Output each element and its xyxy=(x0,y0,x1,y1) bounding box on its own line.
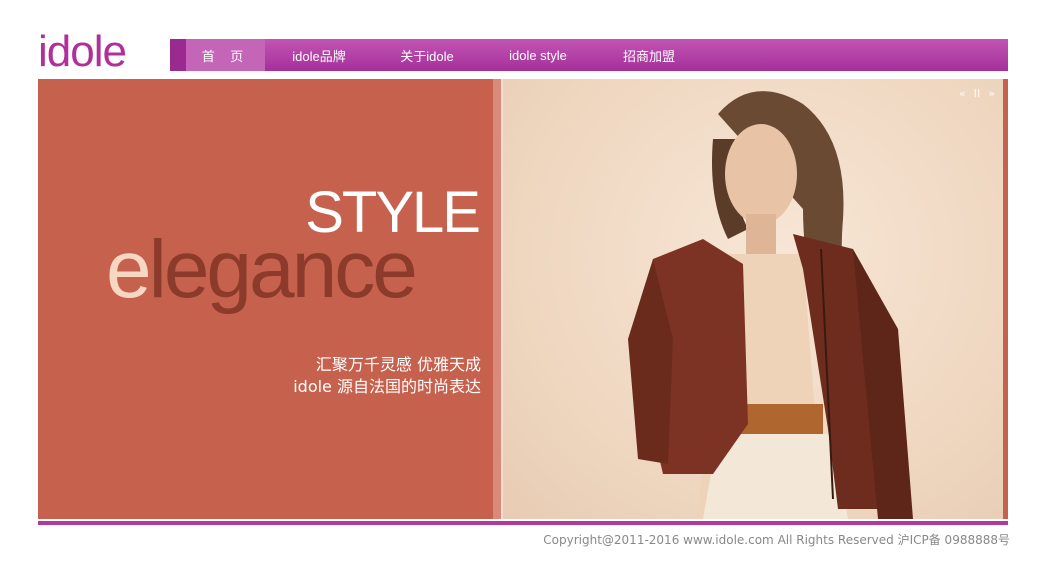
hero-divider xyxy=(493,79,501,519)
hero-tagline-1: 汇聚万千灵感 优雅天成 xyxy=(315,355,481,374)
model-illustration xyxy=(628,91,913,519)
hero-tagline-2: idole 源自法国的时尚表达 xyxy=(293,377,481,396)
nav-item-style[interactable]: idole style xyxy=(481,39,595,71)
footer-divider xyxy=(38,521,1008,525)
pause-slide-button[interactable]: II xyxy=(974,87,981,100)
logo-text: idole xyxy=(38,27,127,76)
hero-model-photo: « II » xyxy=(503,79,1003,519)
hero-text-panel: STYLE elegance 汇聚万千灵感 优雅天成 idole 源自法国的时尚… xyxy=(38,79,493,519)
nav-item-about[interactable]: 关于idole xyxy=(373,39,481,71)
hero-title-first-letter: e xyxy=(106,224,152,315)
hero-title-rest: legance xyxy=(148,224,418,315)
footer-copyright: Copyright@2011-2016 www.idole.com All Ri… xyxy=(543,533,1010,547)
next-slide-button[interactable]: » xyxy=(988,87,995,100)
nav-edge xyxy=(170,39,186,71)
nav-item-home[interactable]: 首 页 xyxy=(186,39,265,71)
nav-item-franchise[interactable]: 招商加盟 xyxy=(595,39,703,71)
hero-title-elegance: elegance xyxy=(106,229,418,311)
hero-banner: STYLE elegance 汇聚万千灵感 优雅天成 idole 源自法国的时尚… xyxy=(38,79,1008,519)
brand-logo[interactable]: idole xyxy=(38,27,127,76)
prev-slide-button[interactable]: « xyxy=(959,87,966,100)
slideshow-controls: « II » xyxy=(959,87,995,100)
hero-right-border xyxy=(1003,79,1008,519)
nav-item-brand[interactable]: idole品牌 xyxy=(265,39,373,71)
main-nav: 首 页 idole品牌 关于idole idole style 招商加盟 xyxy=(170,39,1008,71)
